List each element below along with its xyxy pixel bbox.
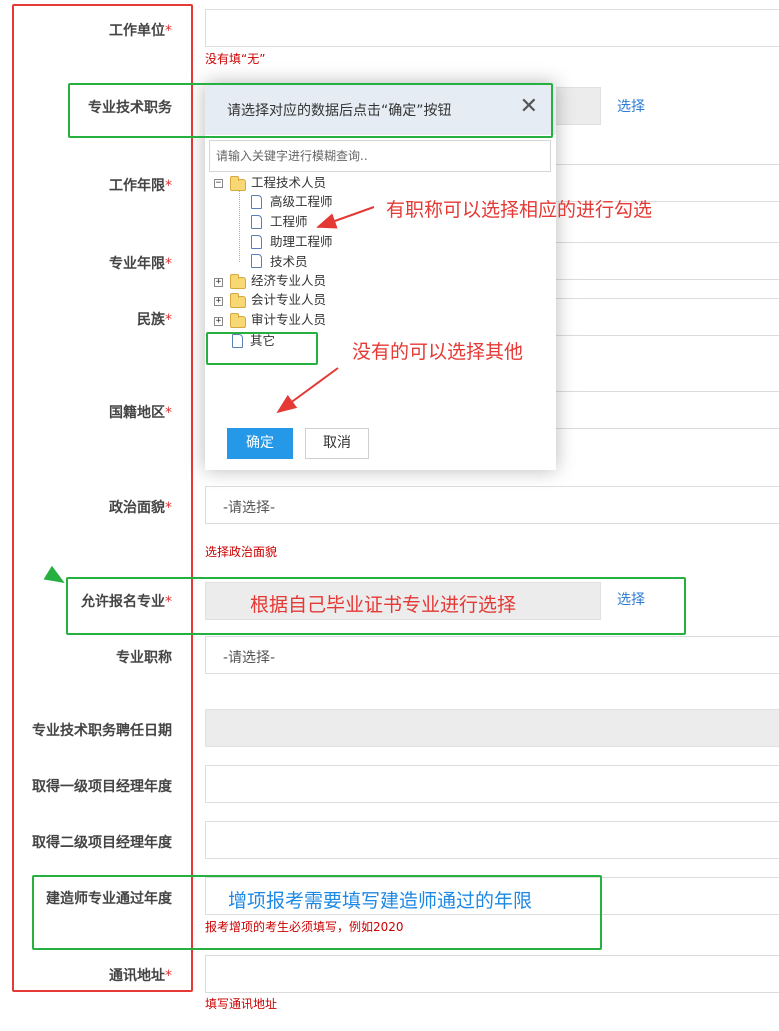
expand-icon[interactable]: + xyxy=(214,278,223,287)
label-work-years: 工作年限* xyxy=(109,175,172,195)
work-unit-input[interactable] xyxy=(205,9,779,47)
required-mark: * xyxy=(165,405,172,421)
label-text: 政治面貌 xyxy=(109,500,165,516)
annotation-select-major: 根据自己毕业证书专业进行选择 xyxy=(250,594,517,616)
label-pm1-year: 取得一级项目经理年度 xyxy=(32,779,172,795)
tree-node-senior-engineer[interactable]: 高级工程师 xyxy=(270,193,333,211)
pro-title-select-value: -请选择- xyxy=(223,650,276,666)
label-text: 国籍地区 xyxy=(109,405,165,421)
label-nationality: 国籍地区* xyxy=(109,402,172,422)
pm1-year-input[interactable] xyxy=(205,765,779,803)
label-address: 通讯地址* xyxy=(109,965,172,985)
tree-node-audit[interactable]: 审计专业人员 xyxy=(251,311,326,329)
required-mark: * xyxy=(165,256,172,272)
expand-icon[interactable]: + xyxy=(214,297,223,306)
pro-title-select[interactable]: -请选择- xyxy=(205,636,779,674)
politics-select[interactable]: -请选择- xyxy=(205,486,779,524)
hire-date-field[interactable] xyxy=(205,709,779,747)
tree-node-economic[interactable]: 经济专业人员 xyxy=(251,272,326,290)
pm2-year-input[interactable] xyxy=(205,821,779,859)
tech-post-highlight-box xyxy=(68,83,553,138)
folder-icon xyxy=(230,313,246,328)
work-unit-hint: 没有填“无” xyxy=(205,52,266,66)
politics-select-value: -请选择- xyxy=(223,500,276,516)
tree-connector xyxy=(239,190,240,262)
file-icon xyxy=(251,195,262,209)
label-ethnicity: 民族* xyxy=(137,309,172,329)
annotation-select-title: 有职称可以选择相应的进行勾选 xyxy=(386,199,653,221)
annotation-select-other: 没有的可以选择其他 xyxy=(352,341,524,363)
required-mark: * xyxy=(165,500,172,516)
select-dialog: 请选择对应的数据后点击“确定”按钮 ✕ − 工程技术人员 高级工程师 工程师 助… xyxy=(205,83,556,470)
label-hire-date: 专业技术职务聘任日期 xyxy=(32,723,172,739)
tree-node-engineer[interactable]: 工程师 xyxy=(270,213,308,231)
label-text: 工作年限 xyxy=(109,178,165,194)
required-mark: * xyxy=(165,178,172,194)
tree-node-technician[interactable]: 技术员 xyxy=(270,253,308,271)
folder-icon xyxy=(230,274,246,289)
folder-icon xyxy=(230,293,246,308)
label-work-unit: 工作单位* xyxy=(109,20,172,40)
tree-node-accounting[interactable]: 会计专业人员 xyxy=(251,291,326,309)
expand-icon[interactable]: + xyxy=(214,317,223,326)
tree-node-assistant-engineer[interactable]: 助理工程师 xyxy=(270,233,333,251)
collapse-icon[interactable]: − xyxy=(214,179,223,188)
address-input[interactable] xyxy=(205,955,779,993)
politics-hint: 选择政治面貌 xyxy=(205,545,278,559)
tree-node-engineering[interactable]: 工程技术人员 xyxy=(251,174,326,192)
label-text: 通讯地址 xyxy=(109,968,165,984)
cancel-button[interactable]: 取消 xyxy=(305,428,369,459)
label-politics: 政治面貌* xyxy=(109,497,172,517)
folder-open-icon xyxy=(230,176,246,191)
annotation-constructor-note: 增项报考需要填写建造师通过的年限 xyxy=(228,890,533,912)
label-text: 民族 xyxy=(137,312,165,328)
label-text: 专业年限 xyxy=(109,256,165,272)
file-icon xyxy=(251,215,262,229)
other-option-highlight-box xyxy=(206,332,318,365)
file-icon xyxy=(251,235,262,249)
confirm-button[interactable]: 确定 xyxy=(227,428,293,459)
address-hint: 填写通讯地址 xyxy=(205,997,278,1011)
required-mark: * xyxy=(165,312,172,328)
dialog-search-input[interactable] xyxy=(209,140,551,172)
file-icon xyxy=(251,254,262,268)
required-mark: * xyxy=(165,23,172,39)
label-pro-title: 专业职称 xyxy=(116,650,172,666)
label-major-years: 专业年限* xyxy=(109,253,172,273)
label-pm2-year: 取得二级项目经理年度 xyxy=(32,835,172,851)
label-text: 工作单位 xyxy=(109,23,165,39)
tech-post-select-link[interactable]: 选择 xyxy=(617,96,645,116)
required-mark: * xyxy=(165,968,172,984)
